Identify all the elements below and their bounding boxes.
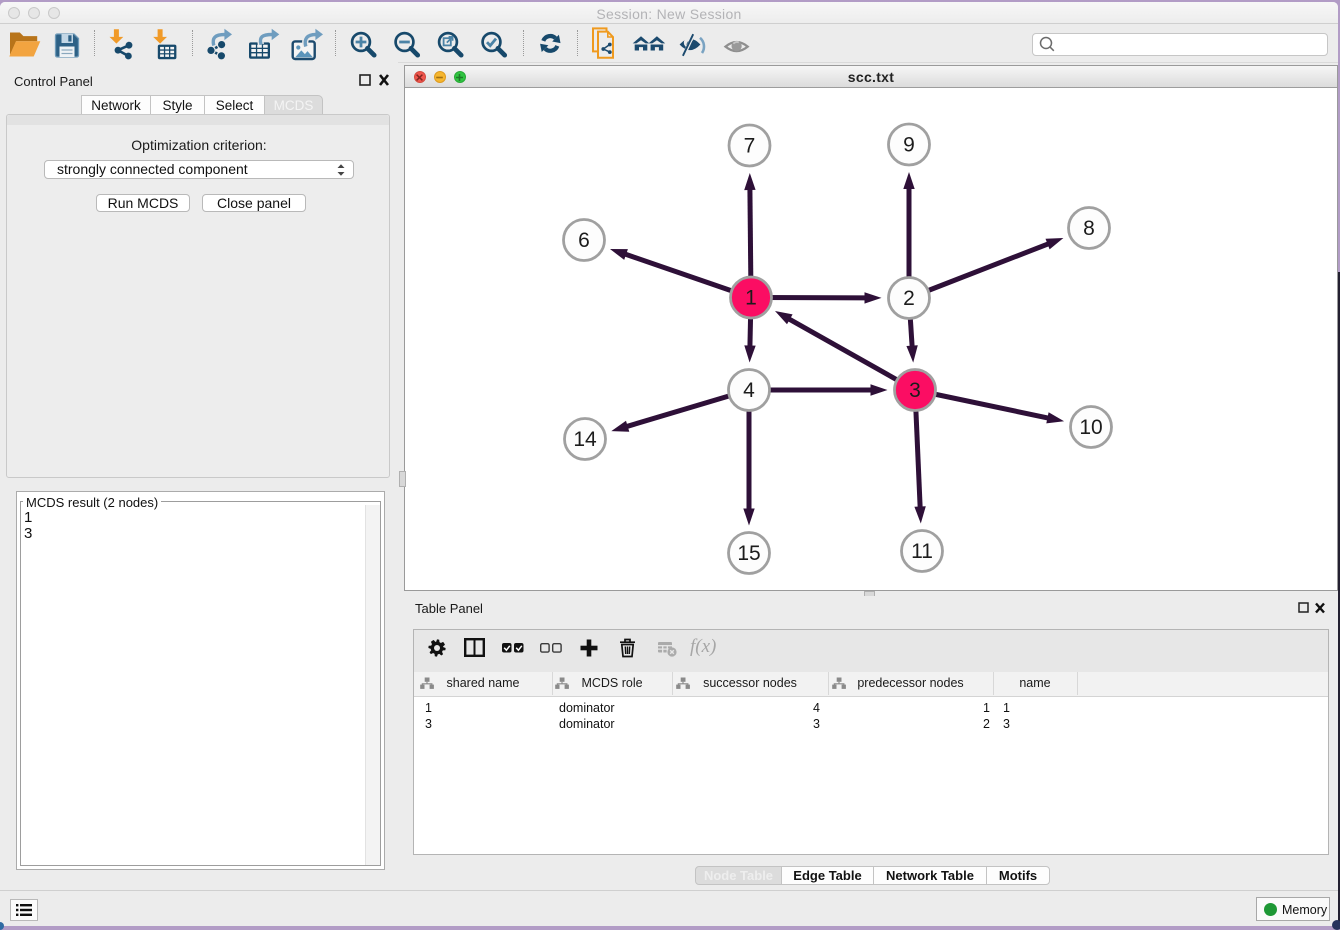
- svg-text:8: 8: [1083, 217, 1095, 240]
- svg-text:4: 4: [743, 379, 755, 402]
- svg-text:11: 11: [911, 540, 933, 563]
- svg-text:10: 10: [1079, 416, 1102, 439]
- svg-text:2: 2: [903, 287, 915, 310]
- svg-text:6: 6: [578, 229, 590, 252]
- svg-text:3: 3: [909, 379, 921, 402]
- svg-text:15: 15: [737, 542, 760, 565]
- svg-text:14: 14: [573, 428, 597, 451]
- svg-text:1: 1: [745, 287, 757, 310]
- svg-text:9: 9: [903, 134, 915, 157]
- svg-text:7: 7: [744, 135, 756, 158]
